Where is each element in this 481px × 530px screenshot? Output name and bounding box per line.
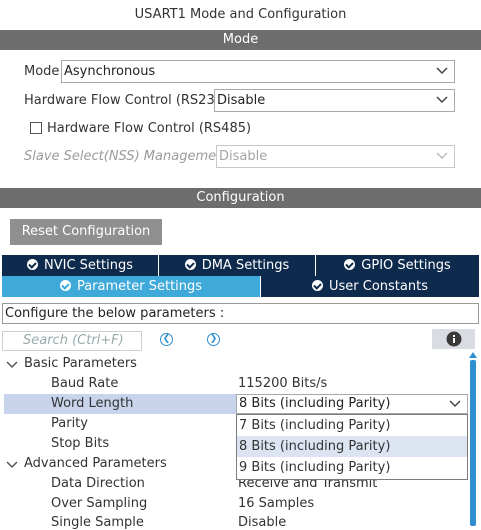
chevron-down-icon [449, 400, 461, 408]
baud-rate-label: Baud Rate [51, 376, 119, 391]
check-circle-icon [312, 280, 323, 291]
tab-gpio-settings-label: GPIO Settings [361, 258, 451, 273]
tab-dma-settings[interactable]: DMA Settings [159, 255, 315, 276]
tab-nvic-settings-label: NVIC Settings [44, 258, 133, 273]
hw-flow-rs232-label: Hardware Flow Control (RS232) [24, 93, 229, 108]
data-direction-label: Data Direction [51, 476, 145, 491]
mode-section-header: Mode [0, 30, 481, 50]
check-circle-icon [59, 280, 71, 291]
chevron-down-icon [436, 96, 448, 104]
over-sampling-value[interactable]: 16 Samples [238, 496, 314, 511]
chevron-down-icon[interactable] [6, 460, 18, 470]
single-sample-label: Single Sample [51, 515, 144, 530]
rs485-checkbox[interactable] [30, 122, 42, 134]
stop-bits-label: Stop Bits [51, 436, 110, 451]
reset-configuration-button[interactable]: Reset Configuration [10, 219, 162, 245]
tab-parameter-settings[interactable]: Parameter Settings [2, 276, 260, 297]
search-placeholder: Search (Ctrl+F) [23, 333, 124, 348]
word-length-select[interactable]: 8 Bits (including Parity) [236, 394, 468, 414]
nss-label: Slave Select(NSS) Management [24, 149, 230, 164]
advanced-parameters-group[interactable]: Advanced Parameters [24, 456, 167, 471]
over-sampling-label: Over Sampling [51, 496, 148, 511]
word-length-label: Word Length [51, 396, 134, 411]
info-icon [446, 331, 462, 347]
word-length-option-8[interactable]: 8 Bits (including Parity) [237, 436, 467, 457]
mode-select[interactable]: Asynchronous [61, 60, 455, 83]
check-circle-icon [184, 259, 196, 270]
chevron-down-icon [436, 67, 448, 75]
search-input[interactable]: Search (Ctrl+F) [2, 331, 142, 351]
tab-gpio-settings[interactable]: GPIO Settings [316, 255, 479, 276]
word-length-dropdown[interactable]: 7 Bits (including Parity) 8 Bits (includ… [236, 414, 468, 480]
hw-flow-rs232-select[interactable]: Disable [214, 89, 455, 112]
rs485-label: Hardware Flow Control (RS485) [47, 121, 252, 136]
nss-select: Disable [216, 145, 455, 168]
baud-rate-value[interactable]: 115200 Bits/s [238, 376, 327, 391]
mode-select-value: Asynchronous [64, 64, 156, 79]
scroll-up-icon[interactable] [469, 352, 477, 358]
chevron-down-icon [436, 152, 448, 160]
mode-label: Mode [24, 64, 60, 79]
word-length-value: 8 Bits (including Parity) [239, 396, 391, 411]
window-title: USART1 Mode and Configuration [134, 7, 347, 22]
single-sample-value[interactable]: Disable [238, 515, 286, 530]
info-button[interactable] [432, 329, 475, 349]
search-next-button[interactable]: ❯ [207, 333, 220, 346]
chevron-down-icon[interactable] [6, 360, 18, 370]
tab-user-constants[interactable]: User Constants [261, 276, 479, 297]
nss-select-value: Disable [219, 149, 268, 164]
tab-nvic-settings[interactable]: NVIC Settings [2, 255, 158, 276]
vertical-scrollbar[interactable] [470, 360, 476, 526]
word-length-option-9[interactable]: 9 Bits (including Parity) [237, 457, 467, 478]
search-previous-button[interactable]: ❮ [160, 333, 173, 346]
word-length-option-7[interactable]: 7 Bits (including Parity) [237, 415, 467, 436]
configuration-section-header: Configuration [0, 188, 481, 208]
hw-flow-rs232-value: Disable [217, 93, 266, 108]
tab-dma-settings-label: DMA Settings [201, 258, 290, 273]
tab-user-constants-label: User Constants [329, 279, 428, 294]
parity-label: Parity [51, 416, 88, 431]
check-circle-icon [27, 259, 38, 270]
configure-parameters-text: Configure the below parameters : [2, 303, 479, 324]
check-circle-icon [344, 259, 356, 270]
basic-parameters-group[interactable]: Basic Parameters [24, 356, 137, 371]
tab-parameter-settings-label: Parameter Settings [76, 279, 203, 294]
